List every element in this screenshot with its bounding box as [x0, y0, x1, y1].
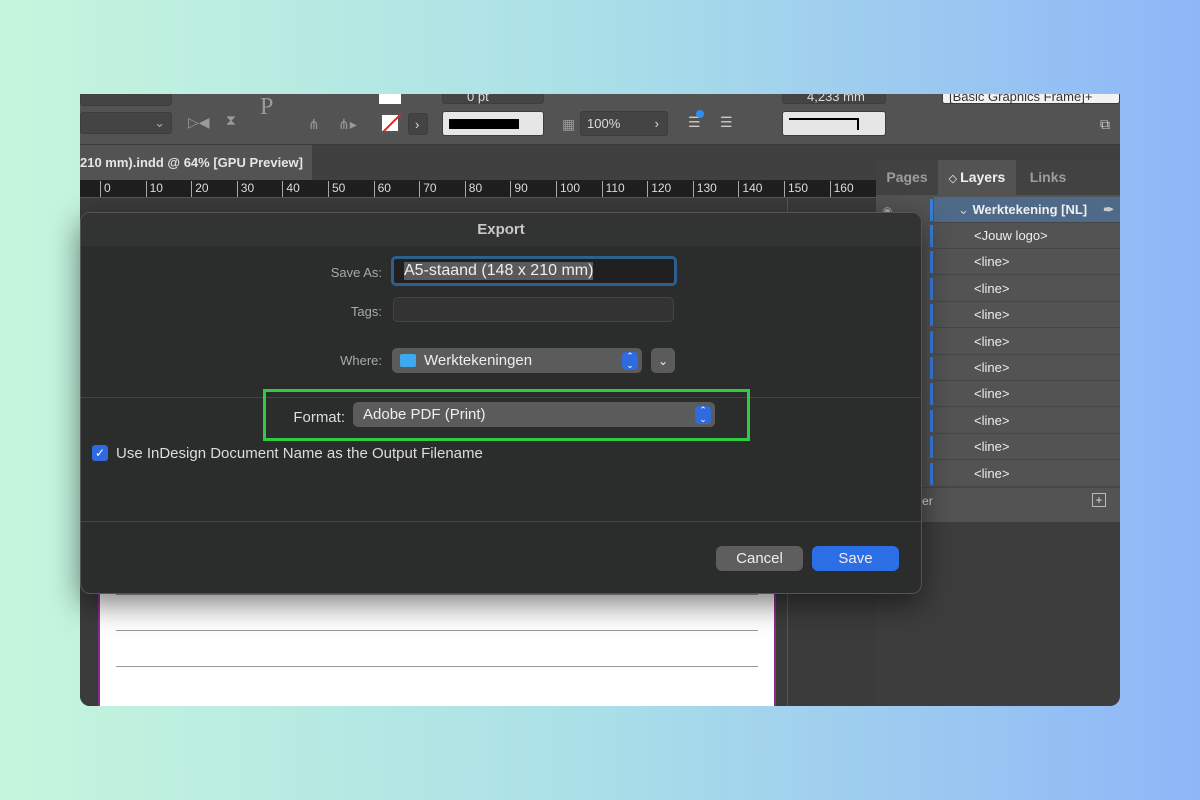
- layer-item[interactable]: <line>: [930, 408, 1120, 434]
- dialog-title: Export: [81, 213, 921, 246]
- save-as-input[interactable]: A5-staand (148 x 210 mm): [391, 256, 677, 286]
- tab-links[interactable]: Links: [1016, 160, 1080, 195]
- folder-icon: [400, 354, 416, 367]
- layer-item[interactable]: <Jouw logo>: [930, 223, 1120, 249]
- updown-icon: ⌃ ⌄: [622, 352, 638, 370]
- ruler-label: 60: [373, 181, 391, 197]
- ruler-label: 120: [647, 181, 671, 197]
- flip-vertical-icon[interactable]: ⧗: [226, 112, 236, 129]
- wrap-around-icon[interactable]: ☰: [720, 114, 733, 131]
- stroke-swatch[interactable]: [379, 112, 402, 134]
- ruler-label: 70: [419, 181, 437, 197]
- format-label: Format:: [293, 409, 345, 426]
- corner-shape-dropdown[interactable]: [782, 111, 886, 136]
- object-style-field[interactable]: [Basic Graphics Frame]+: [942, 94, 1120, 104]
- paragraph-icon[interactable]: P: [260, 94, 273, 121]
- use-document-name-checkbox[interactable]: ✓: [92, 445, 108, 461]
- swatch-menu-button[interactable]: ›: [408, 113, 428, 135]
- format-dropdown[interactable]: Adobe PDF (Print) ⌃ ⌄: [353, 402, 715, 427]
- expand-button[interactable]: ⌄: [651, 348, 675, 373]
- ruler-label: 140: [738, 181, 762, 197]
- where-label: Where:: [340, 353, 382, 368]
- updown-icon: ⌃ ⌄: [695, 406, 711, 424]
- layer-item[interactable]: <line>: [930, 381, 1120, 408]
- fill-swatch[interactable]: [379, 94, 401, 104]
- page-line: [116, 630, 758, 631]
- opacity-icon: ▦: [562, 116, 576, 132]
- layer-item[interactable]: <line>: [930, 329, 1120, 355]
- offset-field[interactable]: 4,233 mm: [782, 94, 886, 104]
- ruler-label: 20: [191, 181, 209, 197]
- ruler-label: 150: [784, 181, 808, 197]
- document-tab[interactable]: 210 mm).indd @ 64% [GPU Preview]: [80, 145, 312, 180]
- tags-input[interactable]: [393, 297, 674, 322]
- layer-item[interactable]: <line>: [930, 461, 1120, 487]
- layer-row[interactable]: ⌄ Werktekening [NL] ✒: [930, 197, 1120, 223]
- layer-item[interactable]: <line>: [930, 249, 1120, 276]
- ruler-label: 110: [601, 181, 625, 197]
- ruler-label: 30: [236, 181, 254, 197]
- tags-label: Tags:: [350, 304, 382, 319]
- layer-item[interactable]: <line>: [930, 302, 1120, 329]
- ruler-label: 40: [282, 181, 300, 197]
- text-wrap-icon[interactable]: ☰: [688, 110, 704, 131]
- style-dropdown[interactable]: ⌄: [80, 112, 172, 134]
- opacity-field[interactable]: 100% ›: [580, 111, 668, 136]
- font-dropdown[interactable]: [80, 94, 172, 106]
- divider: [81, 521, 921, 522]
- layer-item[interactable]: <line>: [930, 355, 1120, 381]
- control-toolbar: ⌄ ▷◀ ⧗ P ⋔ ⋔▸ › 0 pt ▦ 100% › ☰ ☰ 4,233 m…: [80, 94, 1120, 145]
- ruler-label: 50: [328, 181, 345, 197]
- tab-layers[interactable]: ◇ Layers: [938, 160, 1016, 195]
- ruler-label: 0: [100, 181, 111, 197]
- stroke-type-dropdown[interactable]: [442, 111, 544, 136]
- align-icon[interactable]: ⋔: [308, 116, 320, 133]
- page-line: [116, 666, 758, 667]
- where-dropdown[interactable]: Werktekeningen ⌃ ⌄: [392, 348, 642, 373]
- new-layer-icon[interactable]: +: [1092, 493, 1106, 507]
- layer-item[interactable]: <line>: [930, 434, 1120, 461]
- page-line: [116, 594, 758, 595]
- ruler-label: 90: [510, 181, 528, 197]
- stroke-weight-field[interactable]: 0 pt: [442, 94, 544, 104]
- ruler-label: 80: [464, 181, 482, 197]
- save-button[interactable]: Save: [812, 546, 899, 571]
- save-as-label: Save As:: [330, 265, 382, 280]
- tab-pages[interactable]: Pages: [876, 160, 938, 195]
- ruler-label: 10: [145, 181, 163, 197]
- checkbox-label: Use InDesign Document Name as the Output…: [116, 445, 483, 462]
- layer-item[interactable]: <line>: [930, 276, 1120, 302]
- ruler-label: 130: [692, 181, 717, 197]
- arrange-icon[interactable]: ⧉: [1100, 116, 1110, 133]
- horizontal-ruler: 0 10 20 30 40 50 60 70 80 90 100 110 120 130 140 150 160: [80, 180, 876, 198]
- ruler-label: 100: [556, 181, 580, 197]
- pen-icon: ✒: [1103, 202, 1114, 217]
- cancel-button[interactable]: Cancel: [716, 546, 803, 571]
- flip-horizontal-icon[interactable]: ▷◀: [188, 114, 210, 131]
- ruler-label: 160: [829, 181, 854, 197]
- distribute-icon[interactable]: ⋔▸: [338, 116, 357, 133]
- export-dialog: Export Save As: A5-staand (148 x 210 mm)…: [80, 212, 922, 594]
